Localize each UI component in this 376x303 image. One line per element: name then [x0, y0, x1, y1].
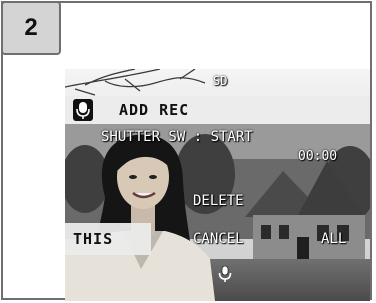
shutter-instruction: SHUTTER SW : START — [101, 129, 253, 145]
delete-label: DELETE — [193, 193, 244, 209]
add-rec-bar: ADD REC — [65, 96, 370, 124]
step-number-badge: 2 — [1, 1, 61, 55]
add-rec-label: ADD REC — [119, 101, 190, 119]
camera-lcd-screen: SD ADD REC SHUTTER SW : START 00:00 DELE… — [65, 69, 370, 301]
all-option[interactable]: ALL — [321, 231, 346, 247]
microphone-icon — [218, 265, 232, 282]
this-option-button[interactable]: THIS — [65, 223, 151, 255]
microphone-icon — [73, 99, 93, 121]
instruction-panel: 2 SD ADD REC SHUTTER SW: START 00:00 DE… — [1, 1, 372, 301]
memory-card-indicator: SD — [213, 74, 228, 88]
recording-timer: 00:00 — [298, 149, 338, 164]
cancel-option[interactable]: CANCEL — [193, 231, 244, 247]
